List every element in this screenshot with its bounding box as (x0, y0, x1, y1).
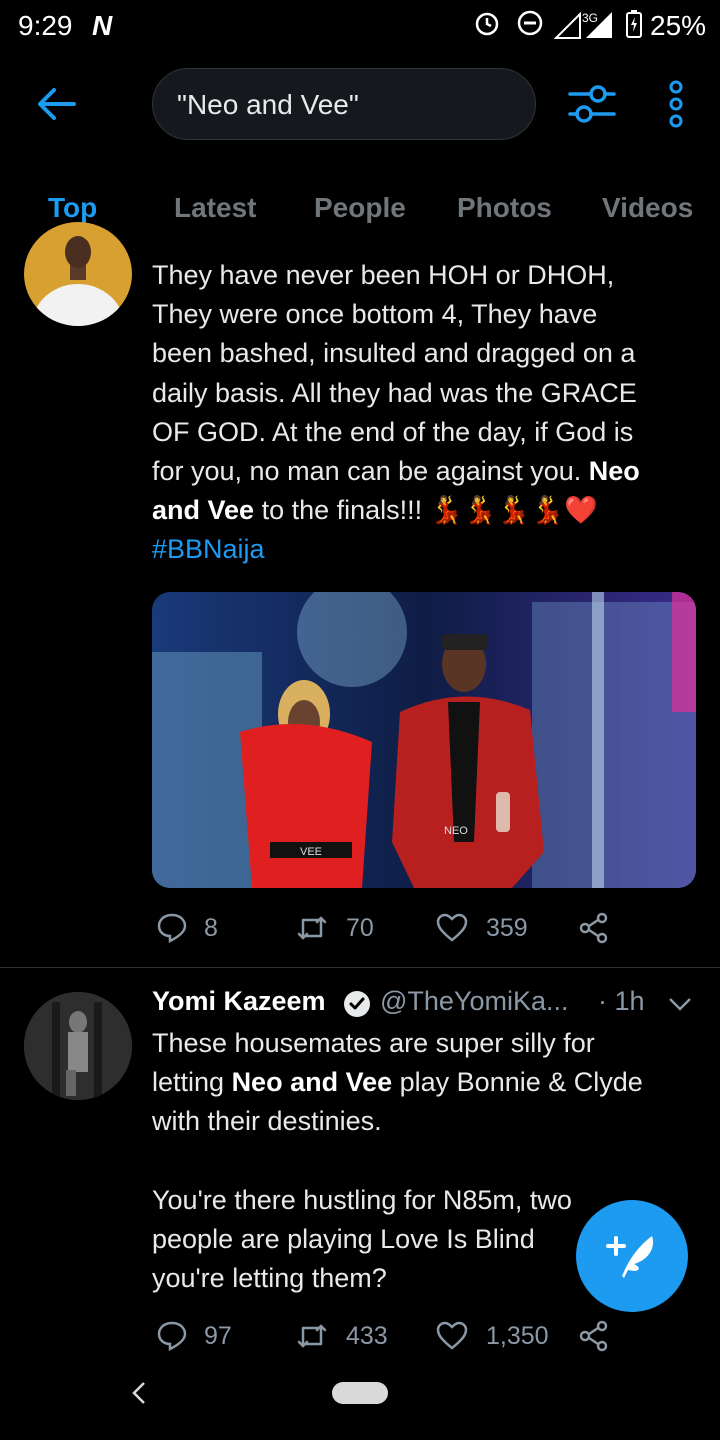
status-bar: 9:29 N 3G 25% (0, 0, 720, 52)
battery-icon (626, 10, 642, 38)
retweet-count: 433 (346, 1322, 388, 1350)
nav-back-icon[interactable] (130, 1380, 148, 1406)
alarm-icon (475, 12, 499, 36)
tweet-line: letting Neo and Vee play Bonnie & Clyde (152, 1063, 700, 1102)
tweet-line: They were once bottom 4, They have (152, 299, 598, 330)
share-icon[interactable] (578, 912, 610, 944)
tweet-line: OF GOD. At the end of the day, if God is (152, 416, 634, 447)
tweet-line: been bashed, insulted and dragged on a (152, 338, 636, 369)
chevron-down-icon[interactable] (668, 996, 692, 1012)
tweet-line: and Vee to the finals!!! 💃💃💃💃❤️ (152, 491, 700, 530)
back-arrow-icon[interactable] (34, 84, 78, 124)
do-not-disturb-icon (517, 10, 543, 36)
avatar[interactable] (24, 222, 132, 326)
highlight-term: and Vee (152, 495, 255, 526)
tweet-line: with their destinies. (152, 1106, 382, 1137)
tab-latest[interactable]: Latest (174, 192, 256, 224)
tweet-line-text: play Bonnie & Clyde (392, 1067, 643, 1098)
tweet-divider (0, 967, 720, 968)
reply-count: 97 (204, 1322, 232, 1350)
tab-videos[interactable]: Videos (602, 192, 693, 224)
home-pill[interactable] (332, 1382, 388, 1404)
system-nav-bar (0, 1352, 720, 1440)
status-time: 9:29 (18, 10, 73, 41)
reply-count: 8 (204, 914, 218, 942)
hashtag-link[interactable]: #BBNaija (152, 530, 700, 569)
search-input[interactable]: "Neo and Vee" (152, 68, 536, 140)
author-name[interactable]: Yomi Kazeem (152, 986, 326, 1017)
tweet-line: They have never been HOH or DHOH, (152, 260, 615, 290)
tweet-line-text: letting (152, 1067, 232, 1098)
tab-people[interactable]: People (314, 192, 406, 224)
belt-label: VEE (300, 846, 322, 858)
tab-top[interactable]: Top (48, 192, 97, 224)
signal-icon: 3G (554, 11, 612, 39)
verified-icon (344, 991, 370, 1017)
like-icon[interactable] (436, 1320, 468, 1352)
search-query: "Neo and Vee" (177, 89, 359, 120)
news-notification-icon: N (92, 10, 113, 41)
retweet-icon[interactable] (296, 912, 328, 944)
more-vertical-icon[interactable] (664, 80, 688, 128)
retweet-count: 70 (346, 914, 374, 942)
tweet-timestamp: · 1h (598, 986, 645, 1016)
belt-label: NEO (444, 825, 468, 837)
like-count: 359 (486, 914, 528, 942)
battery-percent: 25% (650, 10, 707, 41)
like-count: 1,350 (486, 1322, 549, 1350)
tab-photos[interactable]: Photos (457, 192, 552, 224)
tweet-line: for you, no man can be against you. Neo (152, 452, 700, 491)
compose-icon (606, 1236, 654, 1278)
compose-tweet-button[interactable] (576, 1200, 688, 1312)
tweet-line-text: for you, no man can be against you. (152, 456, 582, 487)
emoji-run: 💃💃💃💃❤️ (429, 495, 598, 526)
tweet-line-text: to the finals!!! (254, 495, 430, 526)
reply-icon[interactable] (156, 912, 188, 944)
avatar[interactable] (24, 992, 132, 1100)
tweet-line: daily basis. All they had was the GRACE (152, 377, 637, 408)
like-icon[interactable] (436, 912, 468, 944)
tweet-text: They have never been HOH or DHOH, They w… (152, 256, 700, 570)
highlight-term: Neo and Vee (231, 1067, 393, 1098)
network-type: 3G (582, 11, 598, 25)
retweet-icon[interactable] (296, 1320, 328, 1352)
author-handle[interactable]: @TheYomiKa... (380, 986, 569, 1017)
share-icon[interactable] (578, 1320, 610, 1352)
filter-icon[interactable] (566, 82, 618, 126)
tweet-line: These housemates are super silly for (152, 1028, 595, 1058)
tweet-photo[interactable]: VEE NEO (152, 592, 696, 888)
highlight-term: Neo (588, 456, 640, 487)
reply-icon[interactable] (156, 1320, 188, 1352)
